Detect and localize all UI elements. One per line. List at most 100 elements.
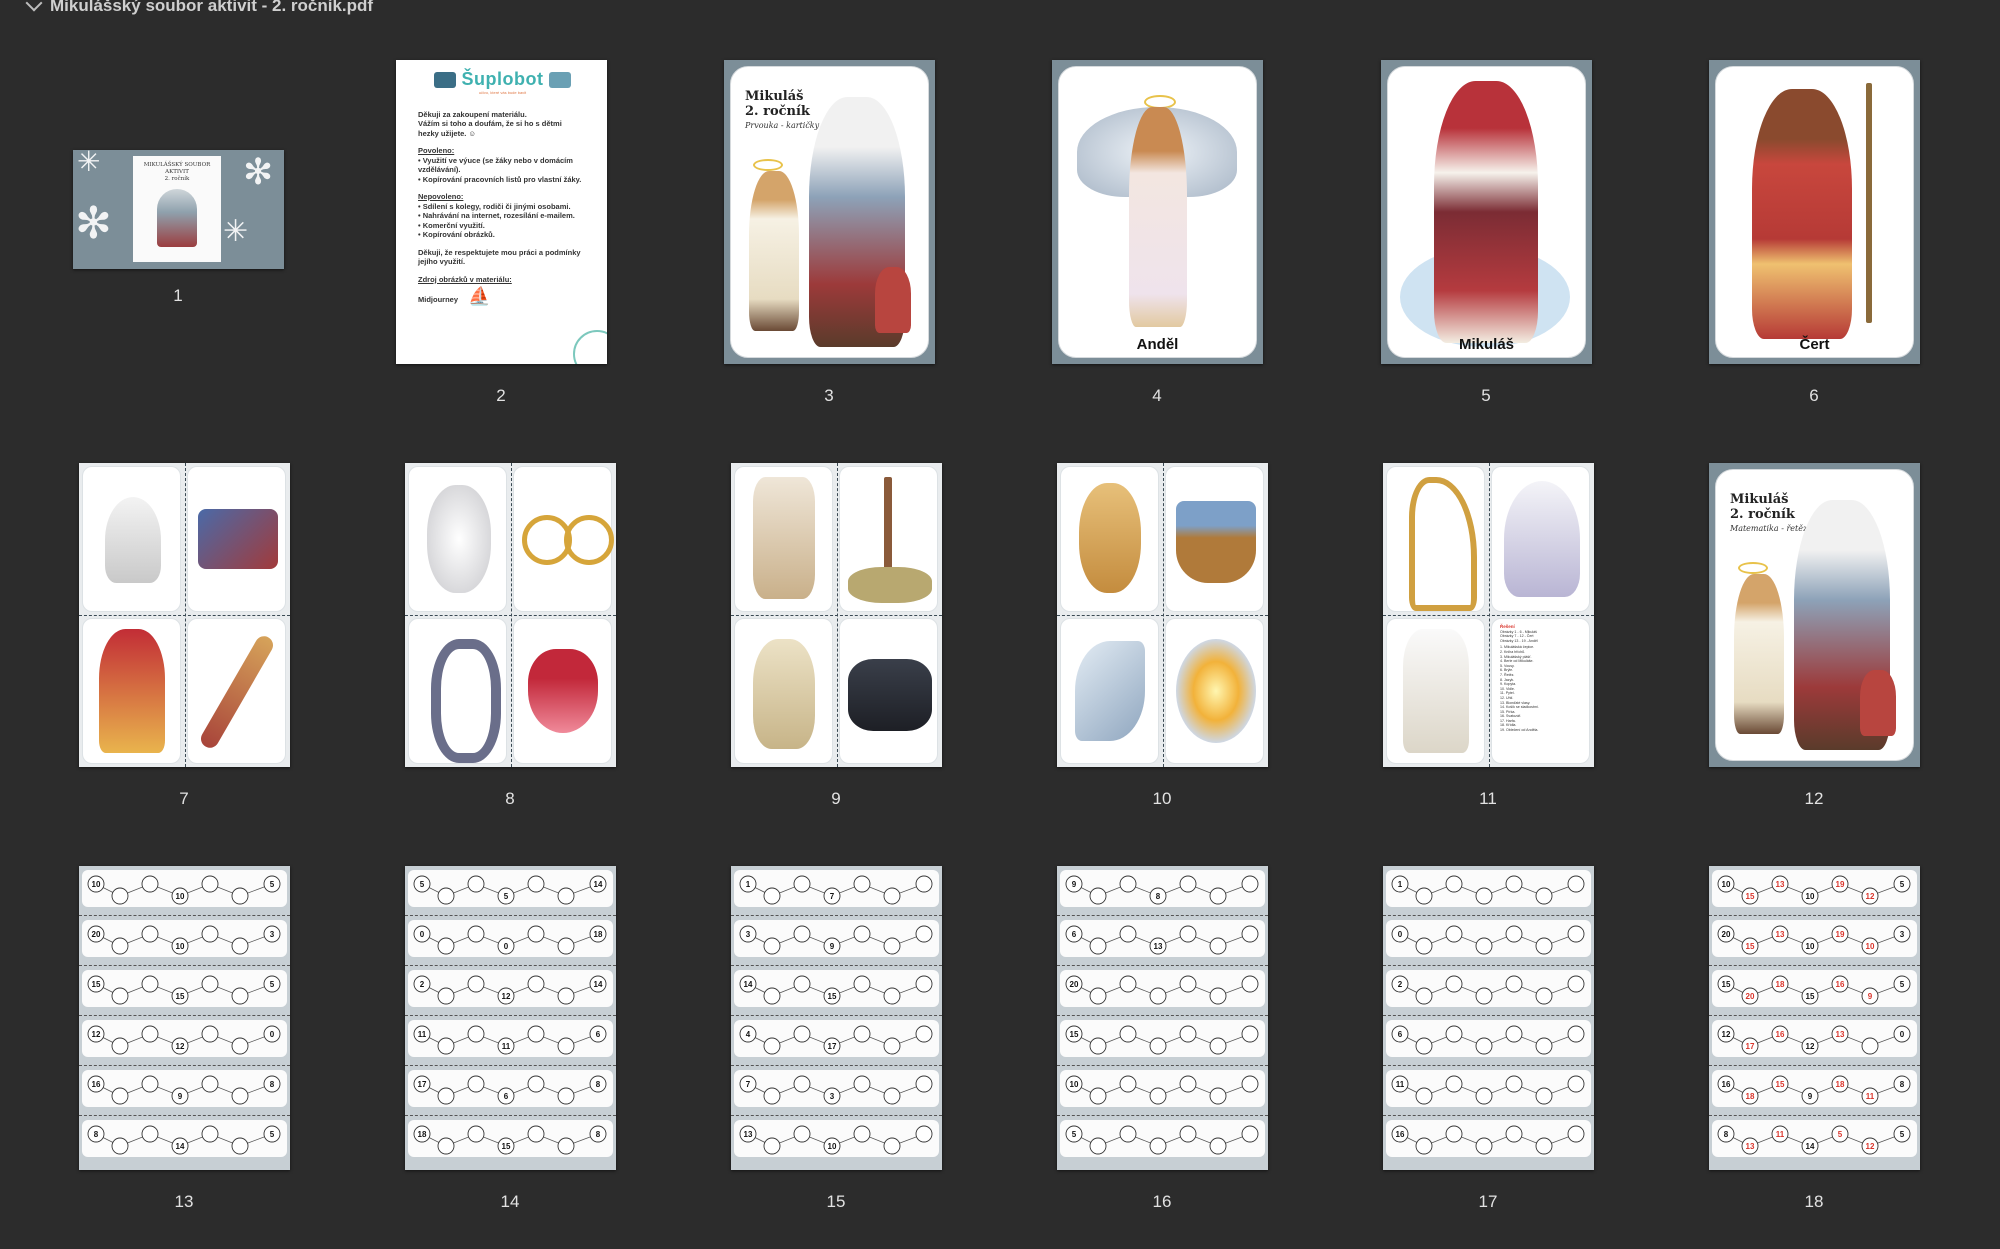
- chain-given-value: 3: [1900, 930, 1905, 939]
- chain-node: [1535, 1137, 1553, 1155]
- picture-card: [513, 466, 614, 612]
- chain-given-value: 5: [270, 1130, 275, 1139]
- source-name: Midjourney ⛵: [418, 286, 491, 306]
- picture-card: [1060, 466, 1159, 612]
- landscape-illustration: [848, 567, 932, 603]
- chain-node: [527, 1075, 545, 1093]
- number-chain: 1: [1391, 875, 1585, 905]
- feathers-illustration: [1075, 641, 1145, 741]
- chain-node: [915, 1125, 933, 1143]
- chain-node: [793, 975, 811, 993]
- number-chain: 16: [1391, 1125, 1585, 1155]
- chain-node: [1089, 1037, 1107, 1055]
- page-number: 5: [1481, 386, 1491, 405]
- number-chain-strip: 20 10 3: [82, 920, 287, 957]
- document-title-bar[interactable]: Mikulášský soubor aktivit - 2. ročník.pd…: [25, 0, 373, 16]
- chain-node: [915, 1025, 933, 1043]
- intro-text: Děkuji za zakoupení materiálu. Vážím si …: [418, 109, 562, 138]
- chain-node: [1089, 887, 1107, 905]
- devil-illustration: [1860, 670, 1896, 736]
- chain-node: [527, 975, 545, 993]
- number-chain-strip: 2 12 14: [408, 970, 613, 1007]
- page-number: 6: [1809, 386, 1819, 405]
- chain-node: [1119, 875, 1137, 893]
- chain-given-value: 13: [1154, 942, 1163, 951]
- page-13-preview: 10 10 5 20 10 3 15 15 5 12 12 0 16 9 8 8 14 5: [79, 866, 290, 1170]
- chain-answer-value: 17: [1746, 1042, 1755, 1051]
- number-chain-strip: 11 11 6: [408, 1020, 613, 1057]
- robot-logo-icon: [433, 72, 456, 88]
- beard-illustration: [427, 485, 491, 593]
- chain-node: [1241, 975, 1259, 993]
- chain-given-value: 14: [1806, 1142, 1815, 1151]
- chain-node: [231, 1037, 249, 1055]
- mitre-illustration: [105, 497, 161, 583]
- sailboat-icon: ⛵: [468, 286, 491, 306]
- chain-node: [1445, 1075, 1463, 1093]
- cut-line: [405, 615, 616, 616]
- chain-node: [1445, 1125, 1463, 1143]
- chain-answer-value: 15: [1746, 892, 1755, 901]
- chain-node: [1535, 1087, 1553, 1105]
- number-chain-strip: 6 13: [1060, 920, 1265, 957]
- chain-node: [883, 887, 901, 905]
- hair-illustration: [1079, 483, 1141, 593]
- halo-icon: [753, 159, 783, 171]
- page-number: 13: [174, 1192, 194, 1211]
- cover-card: Mikuláš 2. ročník Matematika - řetězy: [1715, 469, 1914, 761]
- chain-node: [111, 937, 129, 955]
- number-chain-strip: 15 20 18 15 16 9 5: [1712, 970, 1917, 1007]
- chain-given-value: 12: [176, 1042, 185, 1051]
- page-8-preview: [405, 463, 616, 767]
- chain-node: [1209, 1087, 1227, 1105]
- cut-line: [1383, 965, 1594, 966]
- chain-given-value: 4: [746, 1030, 751, 1039]
- cut-line: [79, 615, 290, 616]
- chain-given-value: 8: [94, 1130, 99, 1139]
- number-chain-strip: 18 15 8: [408, 1120, 613, 1157]
- chain-node: [915, 975, 933, 993]
- chain-node: [111, 1137, 129, 1155]
- chain-node: [557, 1087, 575, 1105]
- chain-node: [1415, 887, 1433, 905]
- chain-node: [793, 875, 811, 893]
- number-chain-strip: 4 17: [734, 1020, 939, 1057]
- page-number: 10: [1152, 789, 1172, 808]
- number-chain: 39: [739, 925, 933, 955]
- chain-given-value: 0: [1398, 930, 1403, 939]
- cover-title-line: AKTIVIT: [165, 169, 189, 175]
- chain-node: [1149, 1037, 1167, 1055]
- chain-given-value: 6: [1072, 930, 1077, 939]
- flower-icon: ✳: [223, 215, 249, 248]
- chain-given-value: 2: [420, 980, 425, 989]
- chain-given-value: 6: [1398, 1030, 1403, 1039]
- cut-line: [405, 915, 616, 916]
- number-chain: 0: [1391, 925, 1585, 955]
- number-chain-strip: 10 10 5: [82, 870, 287, 907]
- page-number: 14: [500, 1192, 520, 1211]
- cut-line: [731, 1015, 942, 1016]
- number-chain-strip: 5 5 14: [408, 870, 613, 907]
- chain-answer-value: 15: [1746, 942, 1755, 951]
- chain-node: [437, 1037, 455, 1055]
- chain-node: [111, 1087, 129, 1105]
- chain-answer-value: 13: [1776, 930, 1785, 939]
- page-number: 8: [505, 789, 515, 808]
- chain-node: [1535, 937, 1553, 955]
- chain-node: [793, 1025, 811, 1043]
- decorative-arc: [573, 330, 607, 364]
- cut-line: [1383, 1115, 1594, 1116]
- character-card: Anděl: [1058, 66, 1257, 358]
- chain-given-value: 10: [1722, 880, 1731, 889]
- chain-given-value: 12: [92, 1030, 101, 1039]
- chevron-down-icon[interactable]: [25, 0, 43, 12]
- chain-node: [1179, 875, 1197, 893]
- robe-illustration: [1403, 629, 1469, 753]
- chain-given-value: 15: [1722, 980, 1731, 989]
- angel-illustration: [1129, 107, 1187, 327]
- number-chain-strip: 14 15: [734, 970, 939, 1007]
- chain-given-value: 16: [1396, 1130, 1405, 1139]
- chain-node: [883, 1037, 901, 1055]
- page-1-preview: ✳ ✻ ✻ ✳ MIKULÁŠSKÝ SOUBOR AKTIVIT 2. roč…: [73, 150, 284, 269]
- chain-node: [1475, 1087, 1493, 1105]
